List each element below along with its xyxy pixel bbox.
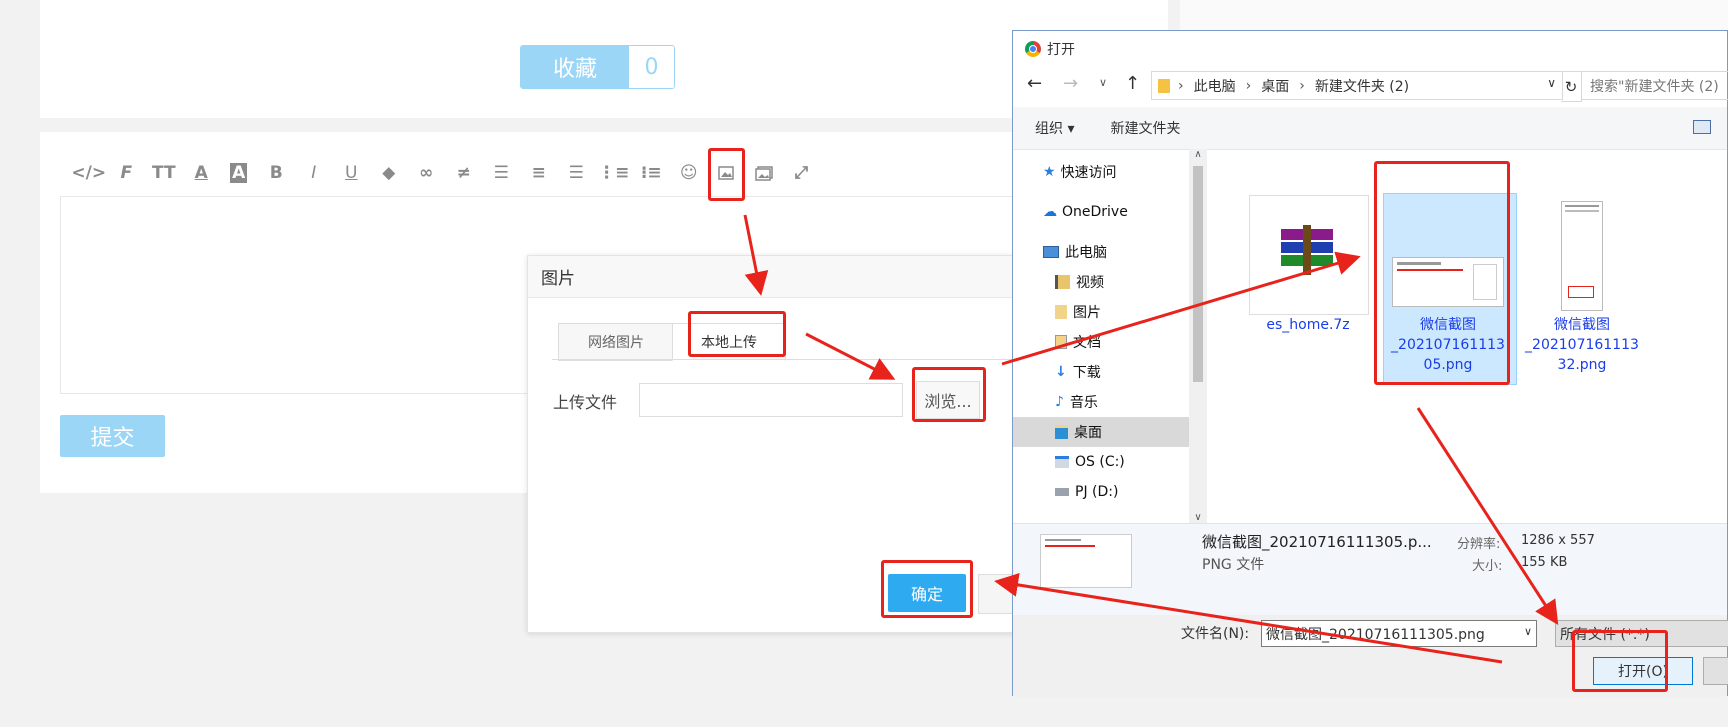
annotation-arrows — [743, 214, 1559, 664]
arrow-file-to-open — [1416, 407, 1559, 626]
arrow-browse-to-file — [1001, 251, 1361, 366]
arrow-icon-to-tab — [743, 214, 769, 296]
arrow-open-to-confirm — [994, 572, 1503, 664]
arrow-tab-to-browse — [805, 332, 896, 380]
